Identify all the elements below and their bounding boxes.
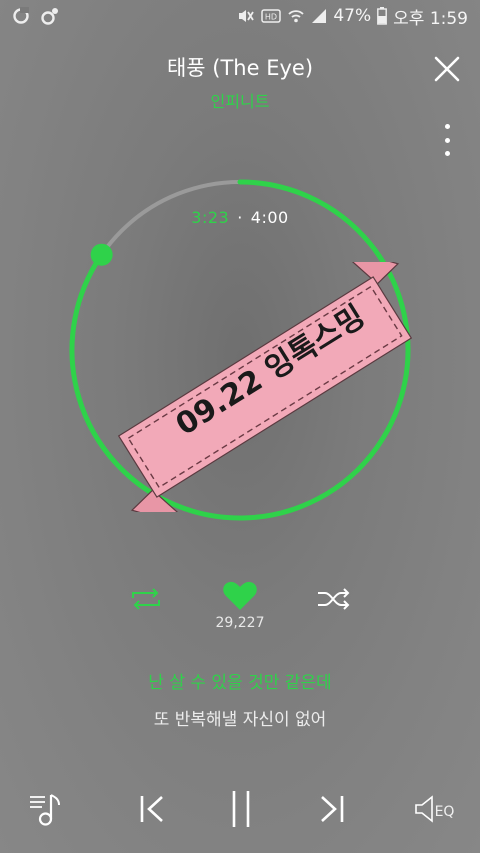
next-button[interactable]: [316, 786, 348, 832]
close-button[interactable]: [430, 52, 464, 86]
hd-icon: HD: [261, 8, 282, 24]
artist-name[interactable]: 인피니트: [0, 88, 480, 112]
eq-label: EQ: [434, 804, 455, 820]
repeat-icon: [132, 588, 160, 610]
lyric-next-line[interactable]: 또 반복해낼 자신이 없어: [0, 705, 480, 730]
total-time: 4:00: [250, 208, 289, 227]
wifi-icon: [287, 7, 305, 25]
close-icon: [434, 56, 460, 82]
song-title: 태풍 (The Eye): [166, 56, 314, 80]
time-display: 3:23 · 4:00: [0, 208, 480, 227]
clock: 오후 1:59: [393, 8, 468, 29]
mute-vibrate-icon: [233, 7, 255, 25]
speaker-icon: [414, 795, 433, 823]
battery-icon: [377, 7, 388, 25]
more-dot: [444, 151, 450, 156]
playlist-button[interactable]: [26, 786, 68, 832]
signal-icon: [311, 8, 327, 24]
playlist-icon: [30, 794, 60, 826]
more-options-button[interactable]: [436, 124, 458, 156]
more-dot: [444, 124, 450, 129]
pause-button[interactable]: [226, 786, 256, 832]
like-count: 29,227: [215, 615, 265, 631]
like-button[interactable]: [220, 578, 260, 614]
heart-icon: [223, 581, 257, 610]
bottom-controls: EQ: [0, 786, 480, 832]
shuffle-button[interactable]: [314, 584, 354, 614]
time-separator: ·: [237, 208, 243, 227]
svg-text:HD: HD: [265, 13, 277, 22]
status-bar: HD 47% 오후 1:59: [0, 0, 480, 32]
repeat-button[interactable]: [126, 584, 166, 614]
more-dot: [444, 137, 450, 143]
battery-percent: 47%: [333, 6, 372, 26]
equalizer-button[interactable]: EQ: [412, 786, 456, 832]
previous-icon: [140, 796, 163, 822]
lyric-current-line[interactable]: 난 살 수 있을 것만 같은데: [0, 668, 480, 693]
o-app-icon: [12, 7, 30, 25]
elapsed-time: 3:23: [191, 208, 230, 227]
shuffle-icon: [318, 588, 350, 610]
previous-button[interactable]: [136, 786, 168, 832]
notification-icon: [40, 7, 60, 25]
next-icon: [321, 796, 344, 822]
pause-icon: [232, 791, 250, 827]
